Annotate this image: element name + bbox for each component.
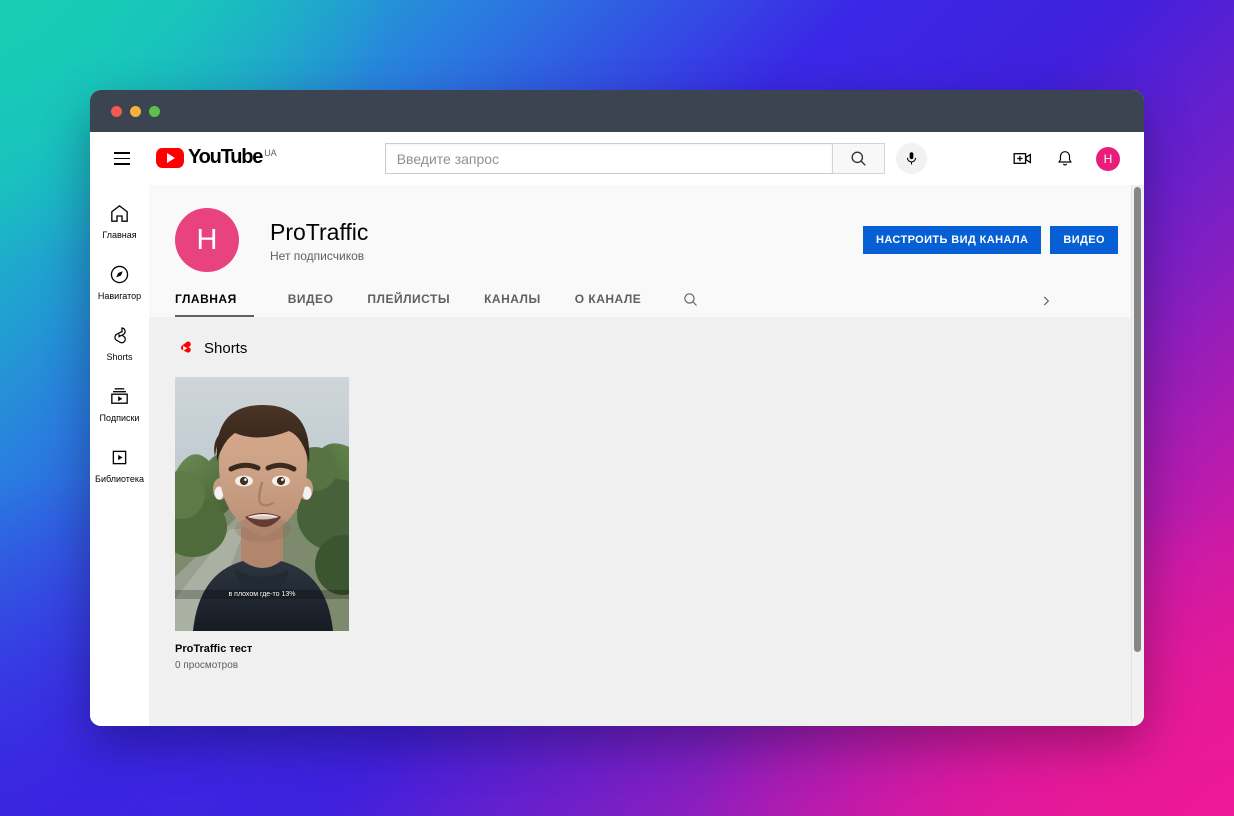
search-icon	[851, 151, 866, 166]
sidebar-item-explore[interactable]: Навигатор	[90, 251, 149, 312]
video-thumbnail[interactable]: в плохом где-то 13%	[175, 377, 349, 631]
window-titlebar	[90, 90, 1144, 132]
sidebar-item-label: Библиотека	[95, 473, 144, 484]
tab-home[interactable]: ГЛАВНАЯ	[175, 292, 254, 317]
notifications-button[interactable]	[1053, 147, 1077, 171]
compass-icon	[110, 265, 129, 283]
tab-playlists[interactable]: ПЛЕЙЛИСТЫ	[350, 292, 467, 317]
channel-subscriber-count: Нет подписчиков	[270, 248, 365, 263]
create-video-button[interactable]	[1010, 147, 1034, 171]
search-bar	[384, 143, 927, 174]
shorts-logo-icon	[180, 341, 191, 353]
thumbnail-caption: в плохом где-то 13%	[175, 590, 349, 599]
video-title: ProTraffic тест	[175, 643, 253, 655]
sidebar-item-label: Навигатор	[97, 290, 142, 301]
sidebar-item-label: Shorts	[106, 351, 133, 362]
channel-tabs: ГЛАВНАЯ ВИДЕО ПЛЕЙЛИСТЫ КАНАЛЫ О КАНАЛЕ	[175, 278, 1118, 317]
tab-about[interactable]: О КАНАЛЕ	[558, 292, 659, 317]
mini-sidebar: Главная Навигатор Shorts Подписки Библио…	[90, 185, 149, 726]
tab-videos[interactable]: ВИДЕО	[271, 292, 351, 317]
sidebar-item-shorts[interactable]: Shorts	[90, 312, 149, 373]
tab-channels[interactable]: КАНАЛЫ	[467, 292, 558, 317]
subscriptions-icon	[111, 387, 128, 404]
youtube-masthead: YouTube UA Введите запрос Н	[90, 132, 1144, 185]
window-close-button[interactable]	[111, 105, 122, 117]
channel-name: ProTraffic	[270, 218, 369, 245]
channel-page: Н ProTraffic Нет подписчиков НАСТРОИТЬ В…	[149, 185, 1144, 726]
sidebar-item-home[interactable]: Главная	[90, 190, 149, 251]
search-input[interactable]	[384, 143, 832, 174]
youtube-logo[interactable]: YouTube UA	[156, 132, 277, 185]
microphone-icon	[906, 152, 916, 165]
channel-search-button[interactable]	[682, 291, 699, 317]
home-icon	[111, 204, 128, 222]
youtube-wordmark: YouTube	[188, 146, 263, 168]
page-scrollbar[interactable]	[1131, 185, 1144, 726]
chevron-right-icon	[1043, 296, 1050, 306]
voice-search-button[interactable]	[895, 143, 927, 174]
sidebar-item-label: Главная	[102, 229, 137, 240]
sidebar-item-label: Подписки	[99, 412, 140, 423]
play-icon	[156, 148, 184, 168]
channel-content: Shorts в плохом где-то 13% ProTraffic те…	[149, 317, 1144, 693]
search-icon	[684, 293, 698, 306]
tabs-next-button[interactable]	[1039, 294, 1118, 317]
account-avatar[interactable]: Н	[1096, 146, 1120, 171]
create-video-icon	[1013, 153, 1031, 164]
channel-header: Н ProTraffic Нет подписчиков НАСТРОИТЬ В…	[149, 185, 1144, 317]
sidebar-item-library[interactable]: Библиотека	[90, 434, 149, 495]
browser-window: YouTube UA Введите запрос Н Главная Нави…	[90, 90, 1144, 726]
channel-actions: НАСТРОИТЬ ВИД КАНАЛА ВИДЕО	[862, 226, 1118, 254]
masthead-actions: Н	[1010, 146, 1130, 171]
app-body: Главная Навигатор Shorts Подписки Библио…	[90, 185, 1144, 726]
sidebar-item-subscriptions[interactable]: Подписки	[90, 373, 149, 434]
shorts-shelf-title: Shorts	[204, 340, 248, 357]
customize-channel-button[interactable]: НАСТРОИТЬ ВИД КАНАЛА	[862, 226, 1042, 254]
channel-avatar[interactable]: Н	[175, 208, 239, 272]
shorts-outline-icon	[114, 326, 126, 343]
youtube-country-code: UA	[264, 148, 277, 158]
video-card[interactable]: в плохом где-то 13% ProTraffic тест 0 пр…	[175, 377, 349, 671]
bell-icon	[1058, 150, 1072, 165]
channel-meta: ProTraffic Нет подписчиков	[270, 218, 368, 263]
window-minimize-button[interactable]	[130, 105, 141, 117]
hamburger-menu-icon[interactable]	[102, 139, 142, 179]
channel-identity-row: Н ProTraffic Нет подписчиков НАСТРОИТЬ В…	[175, 202, 1118, 278]
library-icon	[112, 450, 127, 464]
search-button[interactable]	[831, 143, 885, 174]
desktop-background: YouTube UA Введите запрос Н Главная Нави…	[0, 0, 1234, 816]
shorts-shelf-header: Shorts	[175, 339, 1118, 358]
manage-videos-button[interactable]: ВИДЕО	[1050, 226, 1118, 254]
scrollbar-thumb[interactable]	[1134, 187, 1141, 652]
window-maximize-button[interactable]	[149, 105, 160, 117]
video-view-count: 0 просмотров	[175, 660, 239, 671]
